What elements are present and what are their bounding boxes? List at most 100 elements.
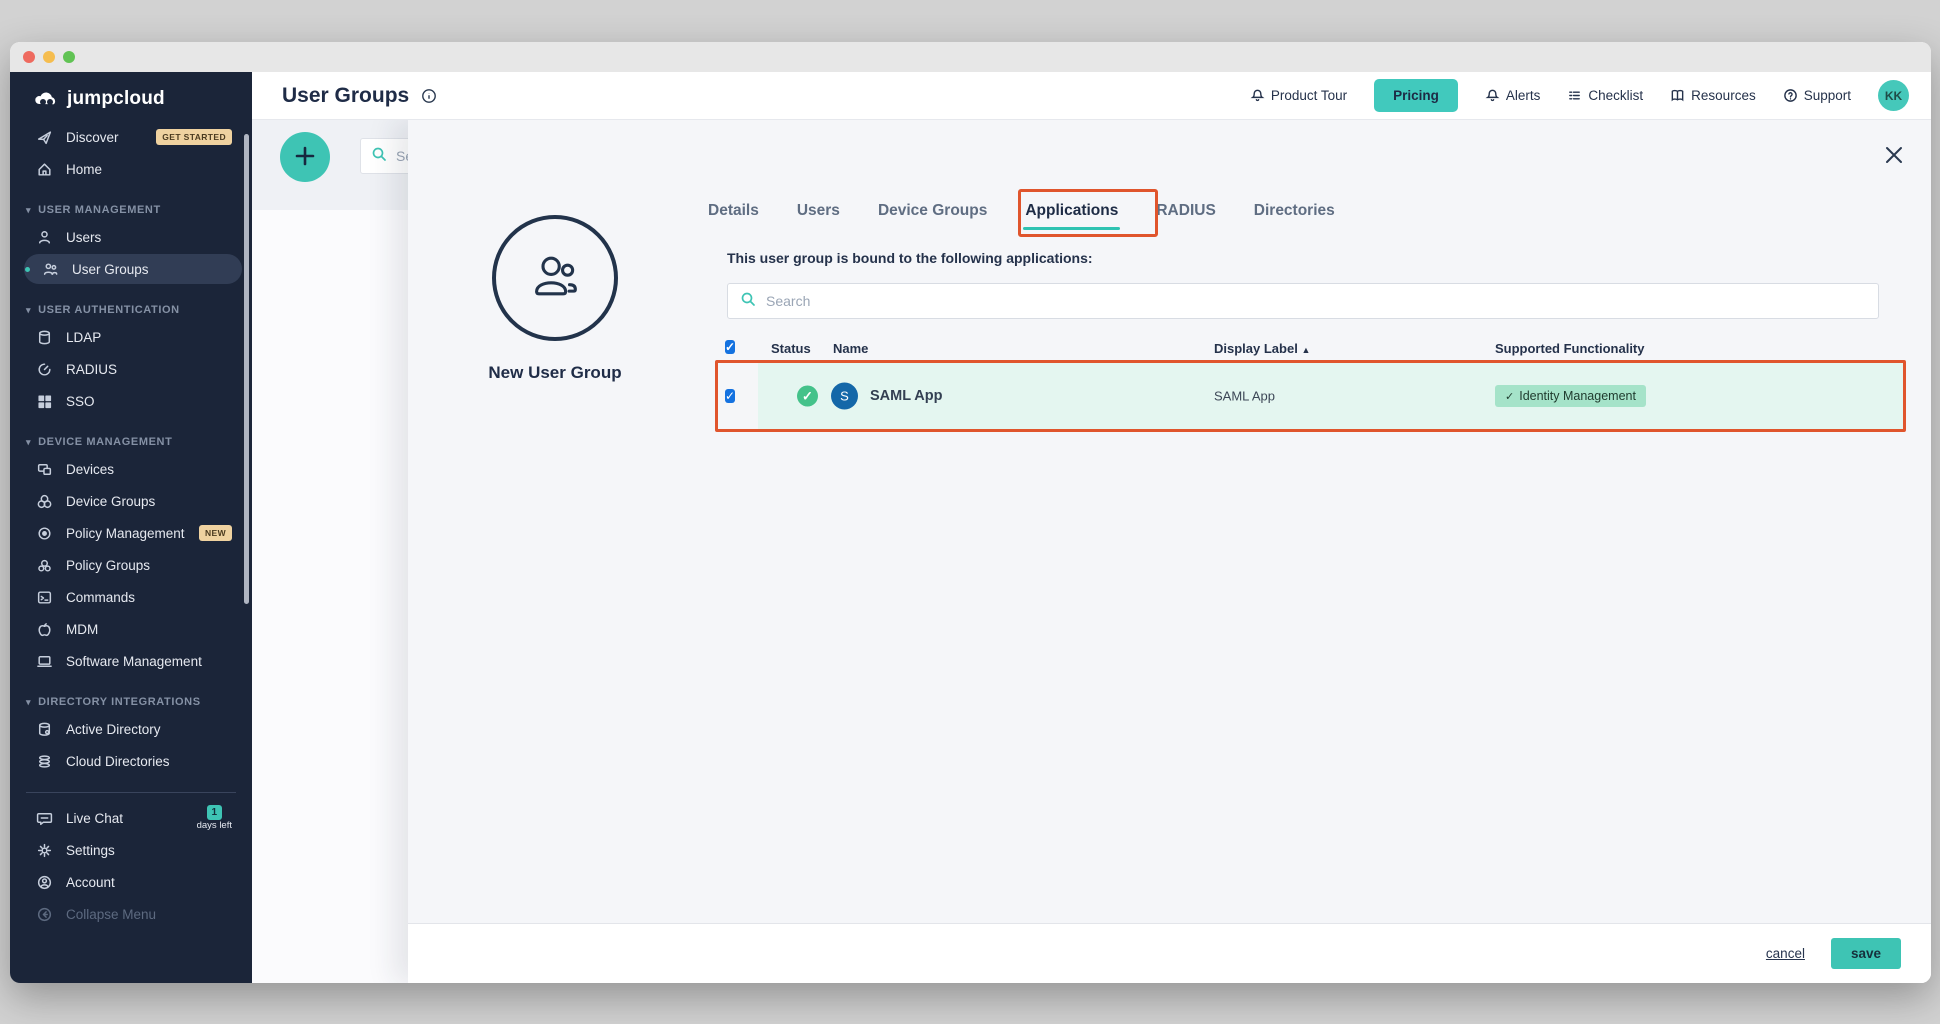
chevron-down-icon: ▾ (26, 437, 31, 448)
sidebar-section-device-management[interactable]: ▾ DEVICE MANAGEMENT (26, 436, 238, 448)
row-checkbox[interactable] (725, 389, 735, 403)
tab-device-groups[interactable]: Device Groups (876, 196, 989, 226)
checklist-button[interactable]: Checklist (1567, 88, 1643, 103)
select-all-checkbox[interactable] (725, 340, 735, 354)
app-window: jumpcloud Discover GET STARTED Home ▾ US… (10, 42, 1931, 983)
sidebar-item-device-groups[interactable]: Device Groups (24, 486, 242, 516)
sidebar-divider (26, 792, 236, 793)
sidebar-item-settings[interactable]: Settings (24, 835, 242, 865)
sidebar-item-commands[interactable]: Commands (24, 582, 242, 612)
tab-users[interactable]: Users (795, 196, 842, 226)
sidebar-item-user-groups[interactable]: User Groups (24, 254, 242, 284)
add-user-group-button[interactable] (280, 132, 330, 182)
alerts-button[interactable]: Alerts (1485, 88, 1541, 103)
sidebar-section-directory-integrations[interactable]: ▾ DIRECTORY INTEGRATIONS (26, 696, 238, 708)
sidebar-section-user-authentication[interactable]: ▾ USER AUTHENTICATION (26, 304, 238, 316)
info-icon[interactable] (421, 88, 437, 104)
cancel-button[interactable]: cancel (1766, 946, 1805, 961)
radar-icon (36, 361, 53, 378)
cloud-logo-icon (34, 89, 60, 109)
applications-search-field[interactable] (727, 283, 1879, 319)
identity-management-badge: ✓ Identity Management (1495, 385, 1646, 407)
sidebar-item-discover[interactable]: Discover GET STARTED (24, 122, 242, 152)
sidebar-item-label: Settings (66, 843, 232, 858)
tab-details[interactable]: Details (706, 196, 761, 226)
rocket-icon (36, 129, 53, 146)
laptop-icon (36, 653, 53, 670)
sidebar-item-label: Home (66, 162, 232, 177)
sidebar-item-policy-management[interactable]: Policy Management NEW (24, 518, 242, 548)
checklist-label: Checklist (1588, 88, 1643, 103)
sidebar-item-radius[interactable]: RADIUS (24, 354, 242, 384)
column-supported-functionality[interactable]: Supported Functionality (1495, 341, 1645, 356)
get-started-badge: GET STARTED (156, 129, 232, 145)
minimize-window-button[interactable] (43, 51, 55, 63)
chevron-down-icon: ▾ (26, 305, 31, 316)
sidebar-item-account[interactable]: Account (24, 867, 242, 897)
tab-applications[interactable]: Applications (1023, 196, 1120, 226)
sidebar-item-label: Device Groups (66, 494, 232, 509)
support-button[interactable]: Support (1783, 88, 1851, 103)
sidebar-scrollbar[interactable] (244, 134, 249, 604)
sidebar-item-active-directory[interactable]: Active Directory (24, 714, 242, 744)
plus-icon (293, 144, 317, 171)
column-display-label[interactable]: Display Label ▲ (1214, 341, 1310, 356)
table-row[interactable]: ✓ S SAML App SAML App ✓ Identity Managem… (718, 363, 1903, 429)
sidebar-item-label: Policy Management (66, 526, 186, 541)
trial-countdown: 1 days left (197, 805, 232, 831)
sidebar-item-label: User Groups (72, 262, 232, 277)
question-circle-icon (1783, 88, 1798, 103)
sidebar-item-software-management[interactable]: Software Management (24, 646, 242, 676)
sidebar-item-collapse-menu[interactable]: Collapse Menu (24, 899, 242, 929)
sidebar-item-label: Policy Groups (66, 558, 232, 573)
sidebar-item-mdm[interactable]: MDM (24, 614, 242, 644)
sidebar-section-user-management[interactable]: ▾ USER MANAGEMENT (26, 204, 238, 216)
tab-radius[interactable]: RADIUS (1154, 196, 1217, 226)
days-left-badge: 1 (207, 805, 223, 820)
column-status[interactable]: Status (771, 341, 811, 356)
logo-text: jumpcloud (67, 88, 165, 110)
sidebar-item-live-chat[interactable]: Live Chat 1 days left (24, 803, 242, 833)
support-label: Support (1804, 88, 1851, 103)
sidebar-item-label: Account (66, 875, 232, 890)
sidebar-item-label: Devices (66, 462, 232, 477)
app-avatar: S (831, 383, 858, 410)
sidebar-item-sso[interactable]: SSO (24, 386, 242, 416)
book-icon (1670, 88, 1685, 103)
close-icon[interactable] (1883, 144, 1905, 166)
sidebar-item-home[interactable]: Home (24, 154, 242, 184)
close-window-button[interactable] (23, 51, 35, 63)
sidebar-item-label: Software Management (66, 654, 232, 669)
target-icon (36, 525, 53, 542)
group-avatar (492, 215, 618, 341)
user-avatar[interactable]: KK (1878, 80, 1909, 111)
product-tour-button[interactable]: Product Tour (1250, 88, 1347, 103)
resources-button[interactable]: Resources (1670, 88, 1756, 103)
search-icon (371, 146, 387, 167)
tab-directories[interactable]: Directories (1252, 196, 1337, 226)
terminal-icon (36, 589, 53, 606)
save-button[interactable]: save (1831, 938, 1901, 969)
applications-search-input[interactable] (766, 293, 1866, 309)
database-icon (36, 329, 53, 346)
pricing-button[interactable]: Pricing (1374, 79, 1458, 112)
policy-group-icon (36, 557, 53, 574)
bound-apps-description: This user group is bound to the followin… (727, 250, 1093, 266)
sidebar-item-ldap[interactable]: LDAP (24, 322, 242, 352)
section-title: USER AUTHENTICATION (38, 304, 180, 316)
bell-icon (1485, 88, 1500, 103)
sidebar-item-devices[interactable]: Devices (24, 454, 242, 484)
sidebar-item-label: Cloud Directories (66, 754, 232, 769)
column-name[interactable]: Name (833, 341, 868, 356)
section-title: DIRECTORY INTEGRATIONS (38, 696, 201, 708)
sidebar-item-label: Users (66, 230, 232, 245)
sidebar-item-policy-groups[interactable]: Policy Groups (24, 550, 242, 580)
sidebar-item-cloud-directories[interactable]: Cloud Directories (24, 746, 242, 776)
header-actions: Product Tour Pricing Alerts Checklist Re… (1250, 79, 1931, 112)
sidebar-item-users[interactable]: Users (24, 222, 242, 252)
maximize-window-button[interactable] (63, 51, 75, 63)
sidebar: jumpcloud Discover GET STARTED Home ▾ US… (10, 72, 252, 983)
collapse-arrow-icon (36, 906, 53, 923)
device-group-icon (36, 493, 53, 510)
days-left-label: days left (197, 821, 232, 831)
